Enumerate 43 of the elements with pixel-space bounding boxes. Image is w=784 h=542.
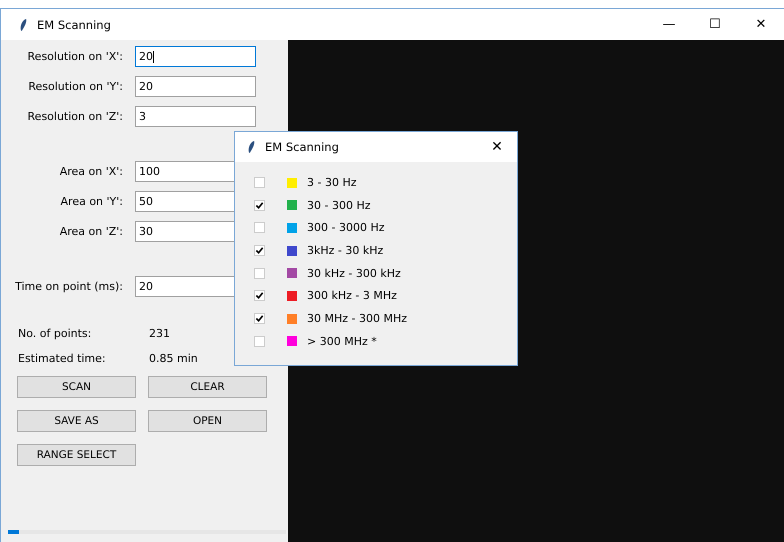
band-label: 300 - 3000 Hz	[307, 221, 384, 234]
band-label: 30 kHz - 300 kHz	[307, 266, 401, 280]
info-label: Estimated time:	[18, 352, 107, 365]
field-label: Area on 'Z':	[58, 225, 124, 238]
band-label: 30 MHz - 300 MHz	[307, 312, 408, 326]
action-button[interactable]: SAVE AS	[17, 410, 136, 432]
band-label: > 300 MHz *	[307, 334, 377, 348]
info-label: No. of points:	[18, 327, 92, 340]
input-field[interactable]: 20	[135, 46, 256, 67]
window-title: EM Scanning	[37, 18, 111, 32]
input-field[interactable]: 3	[135, 106, 256, 127]
close-button[interactable]: ✕	[477, 132, 517, 162]
info-value: 0.85 min	[149, 352, 198, 365]
close-button[interactable]: ✕	[738, 10, 784, 40]
field-label: Area on 'X':	[58, 165, 124, 178]
field-label: Resolution on 'X':	[26, 50, 124, 63]
minimize-button[interactable]: —	[646, 10, 692, 40]
field-label: Resolution on 'Y':	[27, 80, 124, 93]
checkbox[interactable]	[254, 313, 265, 324]
field-label: Time on point (ms):	[14, 280, 124, 293]
checkbox[interactable]	[254, 245, 265, 256]
feather-icon	[247, 140, 256, 154]
band-label: 3 - 30 Hz	[307, 176, 356, 189]
field-label: Area on 'Y':	[60, 195, 124, 208]
checkbox[interactable]	[254, 200, 265, 211]
action-button[interactable]: RANGE SELECT	[17, 444, 136, 466]
checkbox[interactable]	[254, 290, 265, 302]
band-label: 300 kHz - 3 MHz	[307, 289, 397, 302]
band-label: 30 - 300 Hz	[307, 198, 370, 212]
action-button[interactable]: SCAN	[17, 376, 136, 398]
maximize-button[interactable]: ☐	[692, 10, 738, 40]
action-button[interactable]: CLEAR	[148, 376, 267, 398]
feather-icon	[19, 18, 28, 32]
band-label: 3kHz - 30 kHz	[307, 244, 384, 258]
dialog-title: EM Scanning	[265, 140, 339, 154]
info-value: 231	[149, 327, 170, 340]
input-field[interactable]: 20	[135, 76, 256, 97]
checkbox[interactable]	[254, 336, 265, 347]
checkbox[interactable]	[254, 177, 265, 188]
field-label: Resolution on 'Z':	[26, 110, 124, 123]
checkbox[interactable]	[254, 268, 265, 279]
checkbox[interactable]	[254, 222, 265, 234]
action-button[interactable]: OPEN	[148, 410, 267, 432]
